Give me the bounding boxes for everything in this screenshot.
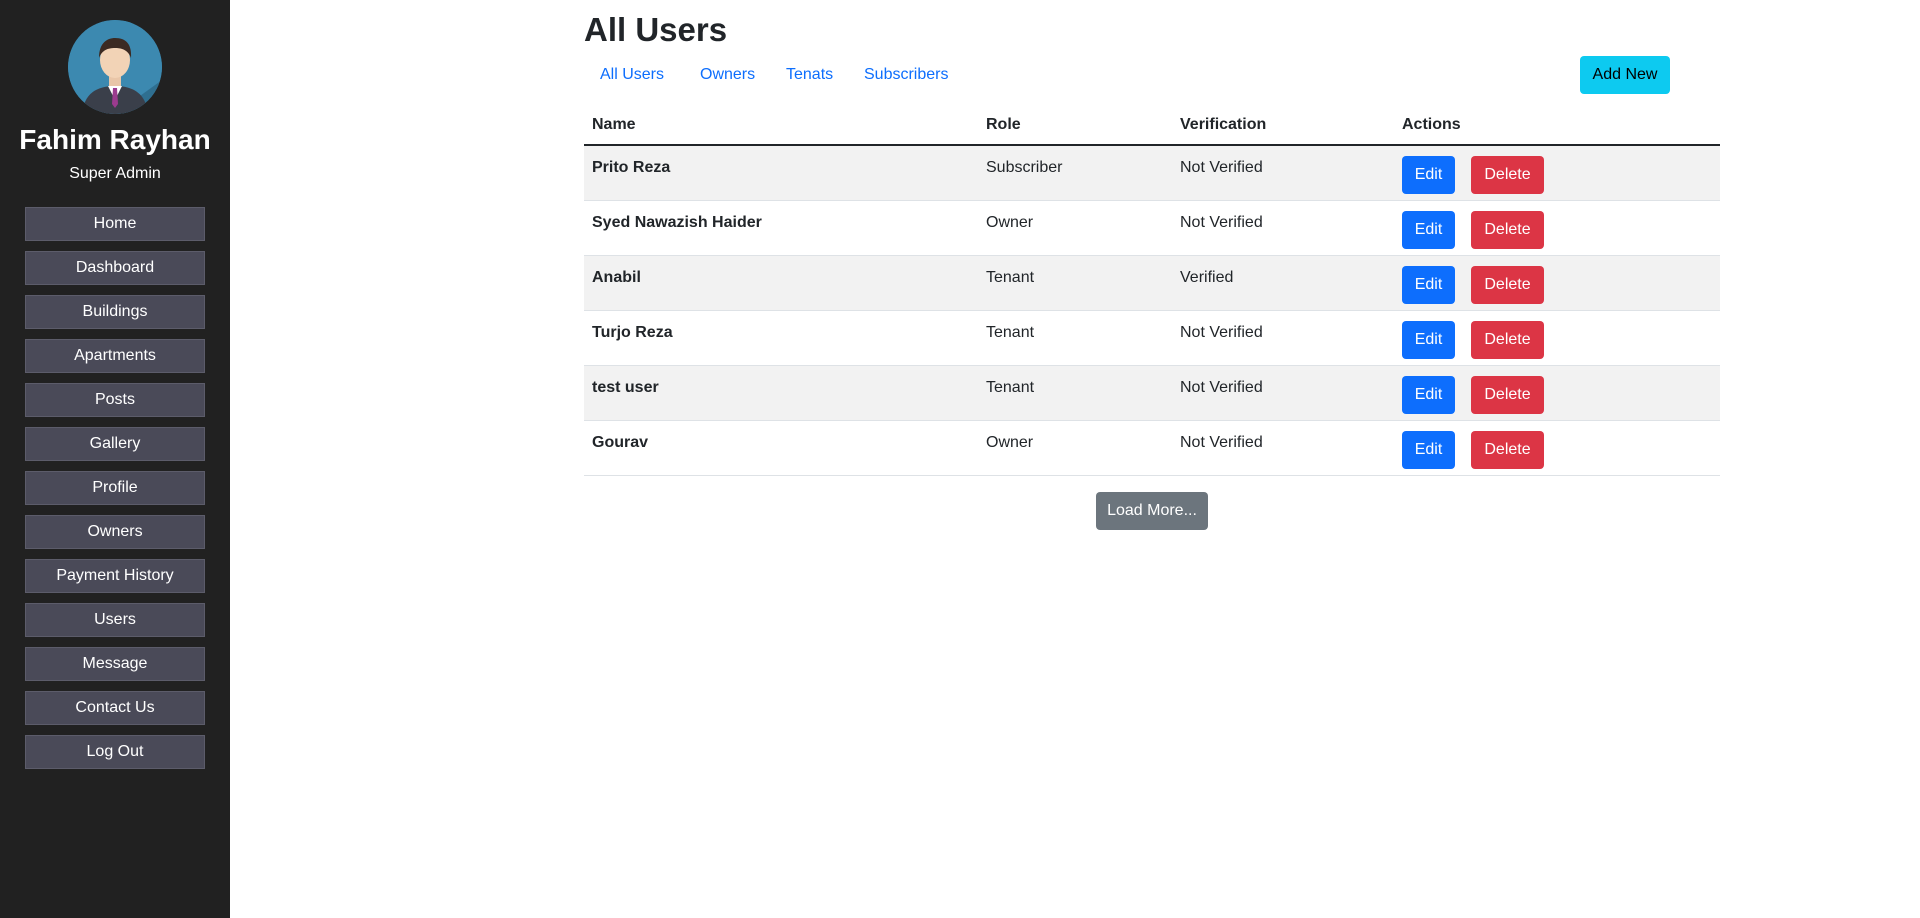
header-name: Name	[584, 106, 978, 146]
filter-tabs: All Users Owners Tenats Subscribers Add …	[584, 56, 1720, 106]
header-role: Role	[978, 106, 1172, 146]
actions-cell: Edit Delete	[1394, 365, 1720, 421]
user-name: Fahim Rayhan	[19, 124, 211, 155]
main-content: All Users All Users Owners Tenats Subscr…	[584, 0, 1720, 530]
delete-button[interactable]: Delete	[1471, 430, 1544, 469]
sidebar-item-log-out[interactable]: Log Out	[25, 735, 205, 769]
user-role-cell: Tenant	[978, 255, 1172, 311]
sidebar-item-buildings[interactable]: Buildings	[25, 295, 205, 329]
user-verification-cell: Verified	[1172, 255, 1394, 311]
user-role-cell: Owner	[978, 200, 1172, 256]
sidebar-item-apartments[interactable]: Apartments	[25, 339, 205, 373]
user-role-cell: Tenant	[978, 365, 1172, 421]
delete-button[interactable]: Delete	[1471, 375, 1544, 414]
tab-all-users[interactable]: All Users	[600, 66, 664, 84]
edit-button[interactable]: Edit	[1402, 375, 1455, 414]
sidebar-item-gallery[interactable]: Gallery	[25, 427, 205, 461]
user-verification-cell: Not Verified	[1172, 310, 1394, 366]
delete-button[interactable]: Delete	[1471, 210, 1544, 249]
actions-cell: Edit Delete	[1394, 310, 1720, 366]
table-row: Prito Reza Subscriber Not Verified Edit D…	[584, 145, 1720, 201]
user-name-cell: test user	[584, 365, 978, 421]
edit-button[interactable]: Edit	[1402, 430, 1455, 469]
sidebar-item-dashboard[interactable]: Dashboard	[25, 251, 205, 285]
edit-button[interactable]: Edit	[1402, 320, 1455, 359]
user-name-cell: Gourav	[584, 420, 978, 476]
load-more-button[interactable]: Load More...	[1096, 491, 1208, 530]
edit-button[interactable]: Edit	[1402, 265, 1455, 304]
user-verification-cell: Not Verified	[1172, 420, 1394, 476]
delete-button[interactable]: Delete	[1471, 265, 1544, 304]
delete-button[interactable]: Delete	[1471, 156, 1544, 194]
sidebar-item-users[interactable]: Users	[25, 603, 205, 637]
user-name-cell: Syed Nawazish Haider	[584, 200, 978, 256]
edit-button[interactable]: Edit	[1402, 210, 1455, 249]
tab-owners[interactable]: Owners	[700, 66, 755, 84]
table-row: Gourav Owner Not Verified Edit Delete	[584, 420, 1720, 476]
page-title: All Users	[584, 11, 728, 48]
edit-button[interactable]: Edit	[1402, 156, 1455, 194]
sidebar-nav: Home Dashboard Buildings Apartments Post…	[25, 207, 205, 769]
sidebar-item-contact-us[interactable]: Contact Us	[25, 691, 205, 725]
user-role: Super Admin	[69, 165, 161, 182]
sidebar-item-home[interactable]: Home	[25, 207, 205, 241]
users-table: Name Role Verification Actions Prito Rez…	[584, 106, 1720, 476]
header-verification: Verification	[1172, 106, 1394, 146]
tab-tenants[interactable]: Tenats	[786, 66, 833, 84]
user-verification-cell: Not Verified	[1172, 200, 1394, 256]
user-name-cell: Turjo Reza	[584, 310, 978, 366]
table-row: test user Tenant Not Verified Edit Delete	[584, 365, 1720, 421]
user-verification-cell: Not Verified	[1172, 365, 1394, 421]
sidebar: Fahim Rayhan Super Admin Home Dashboard …	[0, 0, 230, 918]
delete-button[interactable]: Delete	[1471, 320, 1544, 359]
sidebar-item-profile[interactable]: Profile	[25, 471, 205, 505]
user-role-cell: Subscriber	[978, 145, 1172, 201]
user-role-cell: Owner	[978, 420, 1172, 476]
table-row: Anabil Tenant Verified Edit Delete	[584, 255, 1720, 311]
header-actions: Actions	[1394, 106, 1720, 146]
user-role-cell: Tenant	[978, 310, 1172, 366]
sidebar-item-posts[interactable]: Posts	[25, 383, 205, 417]
sidebar-item-payment-history[interactable]: Payment History	[25, 559, 205, 593]
sidebar-item-message[interactable]: Message	[25, 647, 205, 681]
actions-cell: Edit Delete	[1394, 145, 1720, 201]
load-more-container: Load More...	[584, 491, 1720, 530]
actions-cell: Edit Delete	[1394, 420, 1720, 476]
sidebar-item-owners[interactable]: Owners	[25, 515, 205, 549]
user-name-cell: Prito Reza	[584, 145, 978, 201]
table-row: Turjo Reza Tenant Not Verified Edit Delet…	[584, 310, 1720, 366]
user-verification-cell: Not Verified	[1172, 145, 1394, 201]
actions-cell: Edit Delete	[1394, 200, 1720, 256]
user-avatar-icon	[68, 20, 162, 114]
table-header-row: Name Role Verification Actions	[584, 106, 1720, 146]
actions-cell: Edit Delete	[1394, 255, 1720, 311]
add-new-button[interactable]: Add New	[1580, 56, 1670, 94]
user-name-cell: Anabil	[584, 255, 978, 311]
table-row: Syed Nawazish Haider Owner Not Verified …	[584, 200, 1720, 256]
tab-subscribers[interactable]: Subscribers	[864, 66, 948, 84]
